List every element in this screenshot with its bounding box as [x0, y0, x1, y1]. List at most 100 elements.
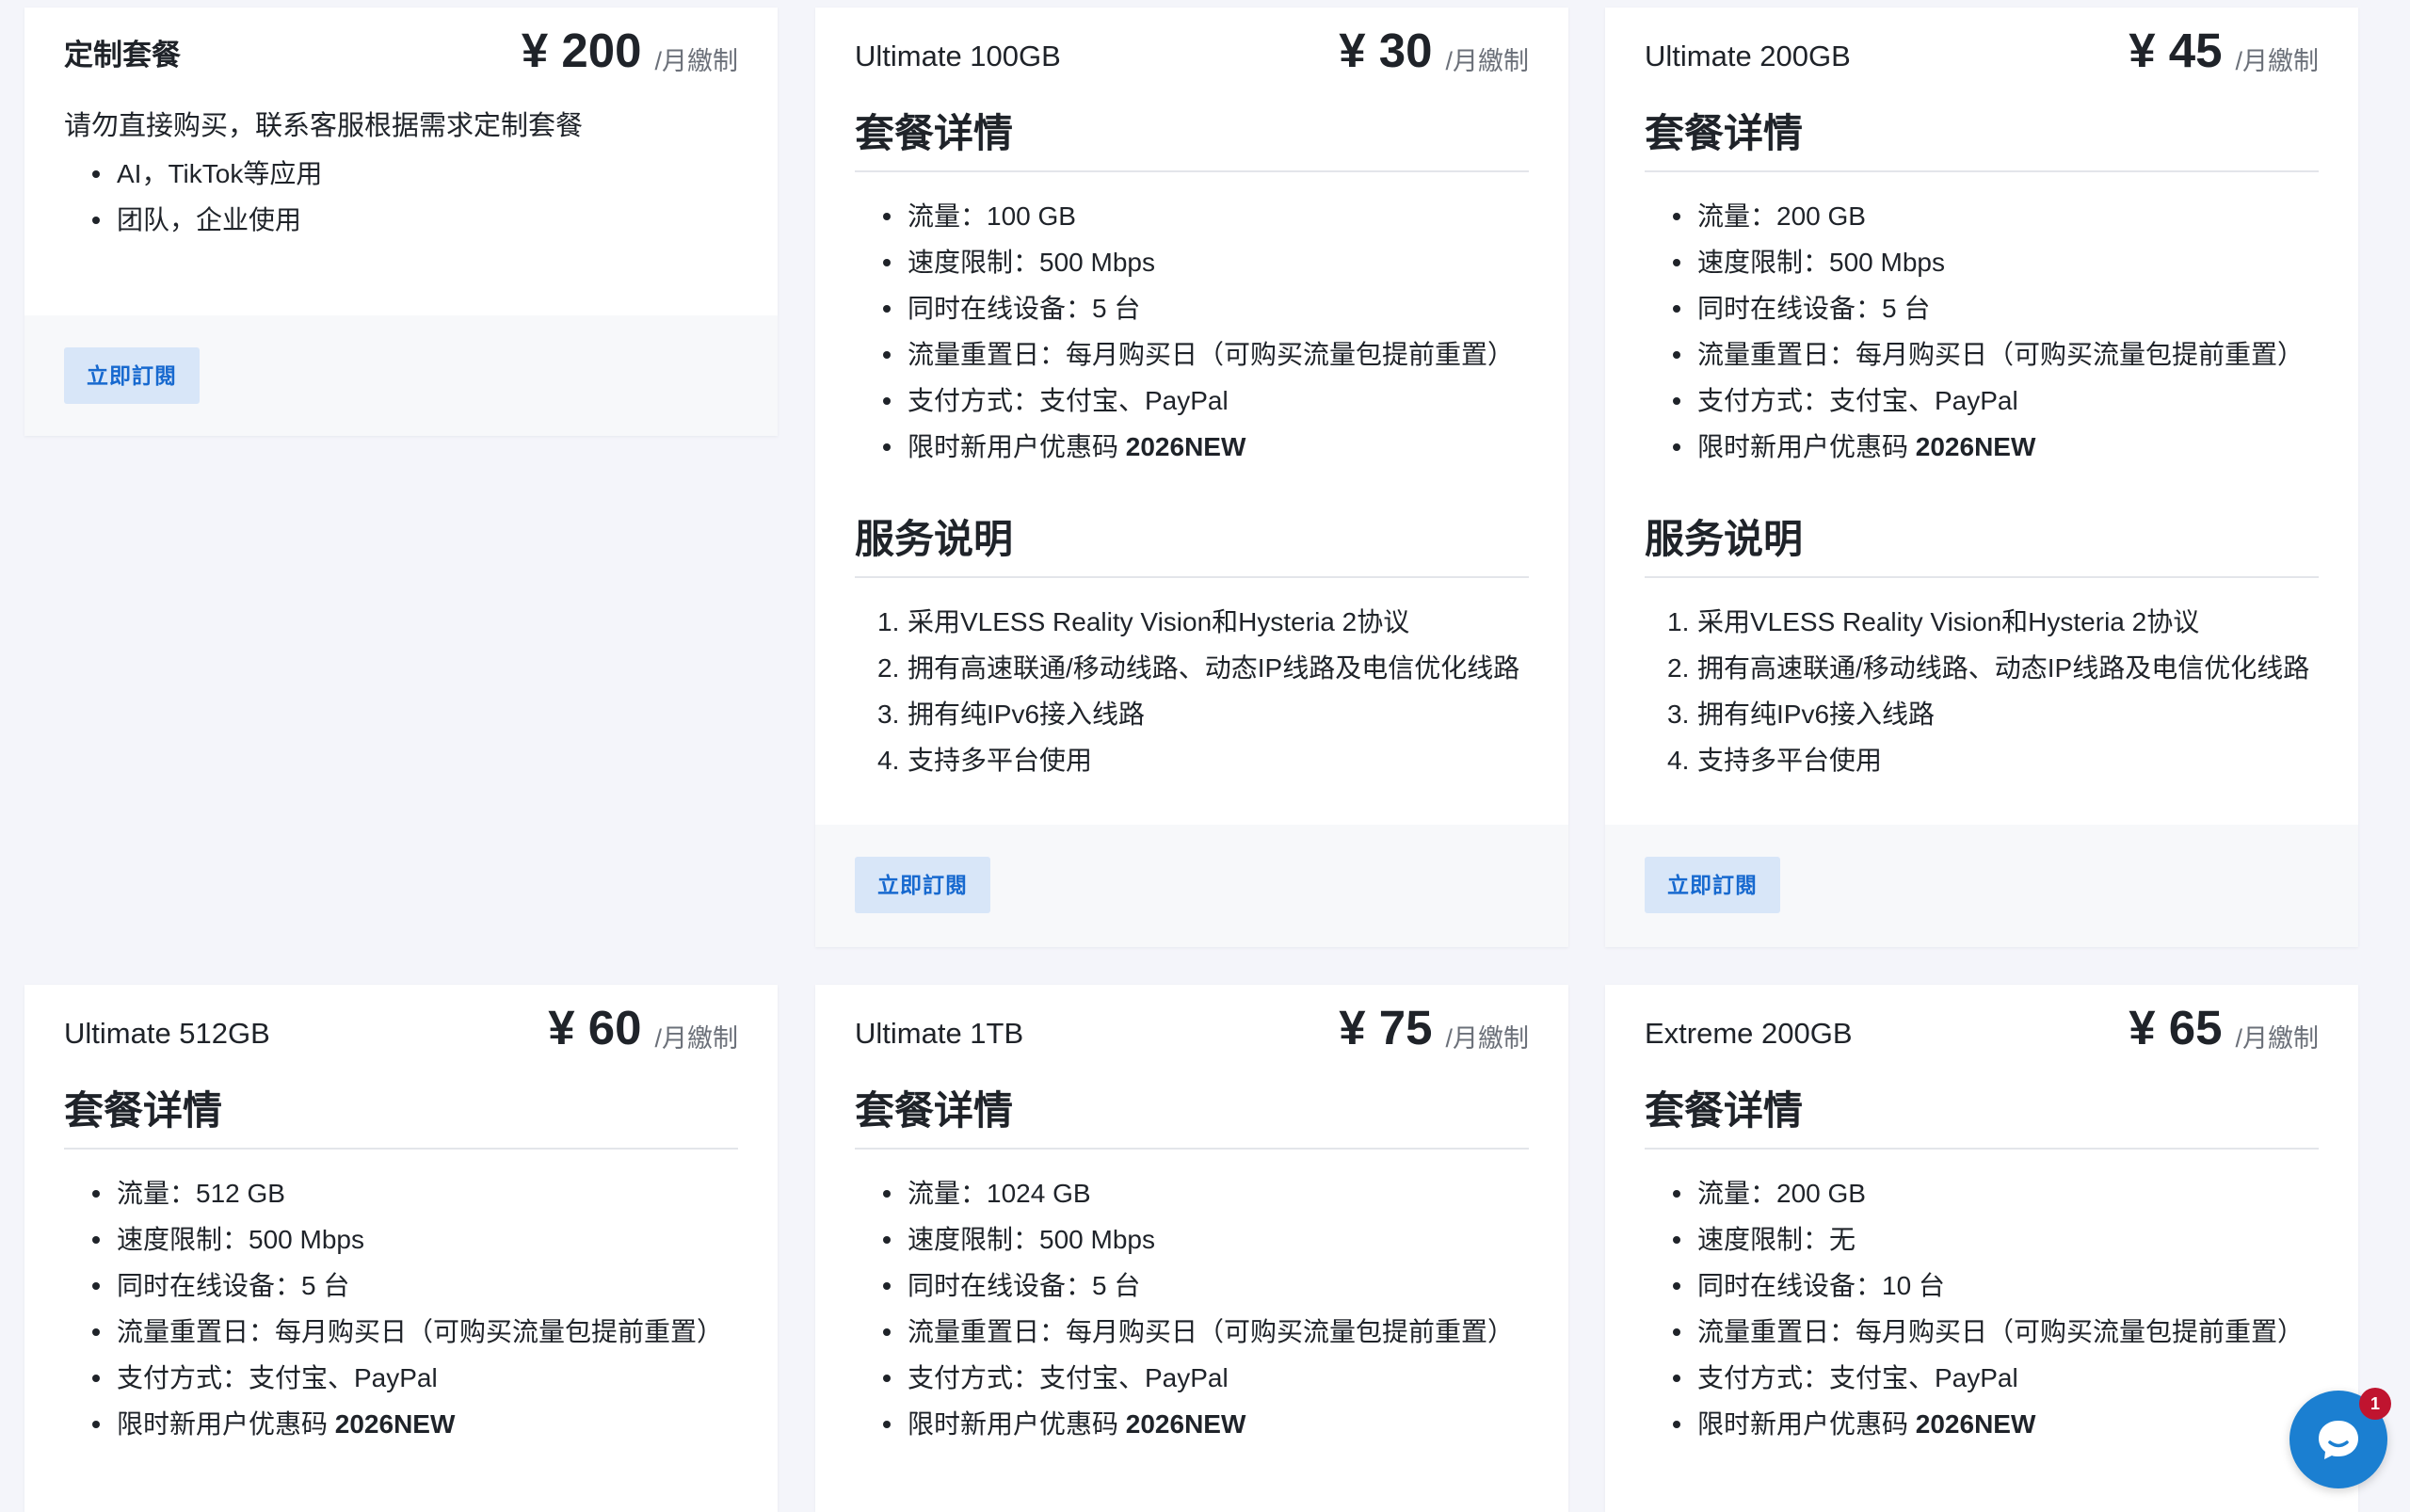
- plan-header: 定制套餐 ¥ 200 /月繳制: [64, 8, 738, 79]
- list-item: 速度限制：500 Mbps: [1645, 239, 2319, 285]
- list-item: AI，TikTok等应用: [64, 151, 738, 197]
- details-list: 流量：512 GB 速度限制：500 Mbps 同时在线设备：5 台 流量重置日…: [64, 1170, 738, 1447]
- plan-description: 请勿直接购买，联系客服根据需求定制套餐: [64, 111, 584, 141]
- feature-list: AI，TikTok等应用 团队，企业使用: [64, 151, 738, 243]
- promo-code: 2026NEW: [1125, 1409, 1246, 1439]
- list-item: 支付方式：支付宝、PayPal: [855, 1355, 1529, 1401]
- plan-card-ultimate-100gb: Ultimate 100GB ¥ 30 /月繳制 套餐详情 流量：100 GB …: [815, 8, 1568, 947]
- list-item: 1. 采用VLESS Reality Vision和Hysteria 2协议: [1667, 607, 2200, 636]
- details-title: 套餐详情: [1645, 1079, 2319, 1150]
- plan-card-ultimate-1tb: Ultimate 1TB ¥ 75 /月繳制 套餐详情 流量：1024 GB 速…: [815, 985, 1568, 1512]
- promo-item: 限时新用户优惠码 2026NEW: [64, 1401, 738, 1447]
- list-item: 支付方式：支付宝、PayPal: [1645, 378, 2319, 424]
- plan-name: 定制套餐: [64, 39, 181, 72]
- price-period: /月繳制: [1445, 1024, 1529, 1053]
- subscribe-button[interactable]: 立即訂閱: [64, 347, 200, 404]
- service-list: 1. 采用VLESS Reality Vision和Hysteria 2协议 2.…: [855, 599, 1529, 783]
- plan-grid: 定制套餐 ¥ 200 /月繳制 请勿直接购买，联系客服根据需求定制套餐 AI，T…: [0, 0, 2410, 1512]
- promo-label: 限时新用户优惠码: [117, 1409, 335, 1439]
- price-amount: ¥ 65: [2129, 1001, 2223, 1054]
- list-item: 速度限制：500 Mbps: [64, 1216, 738, 1263]
- details-list: 流量：1024 GB 速度限制：500 Mbps 同时在线设备：5 台 流量重置…: [855, 1170, 1529, 1447]
- plan-price: ¥ 30 /月繳制: [1339, 23, 1529, 79]
- price-period: /月繳制: [1445, 47, 1529, 75]
- promo-label: 限时新用户优惠码: [1697, 432, 1916, 461]
- price-period: /月繳制: [654, 1024, 738, 1053]
- price-period: /月繳制: [2235, 1024, 2319, 1053]
- list-item: 流量重置日：每月购买日（可购买流量包提前重置）: [64, 1309, 738, 1355]
- list-item: 2. 拥有高速联通/移动线路、动态IP线路及电信优化线路: [1667, 653, 2310, 683]
- plan-price: ¥ 65 /月繳制: [2129, 1000, 2319, 1056]
- plan-card-custom: 定制套餐 ¥ 200 /月繳制 请勿直接购买，联系客服根据需求定制套餐 AI，T…: [24, 8, 778, 436]
- plan-price: ¥ 45 /月繳制: [2129, 23, 2319, 79]
- list-item: 1. 采用VLESS Reality Vision和Hysteria 2协议: [877, 607, 1410, 636]
- list-item: 4. 支持多平台使用: [877, 746, 1093, 775]
- list-item: 速度限制：无: [1645, 1216, 2319, 1263]
- details-title: 套餐详情: [855, 1079, 1529, 1150]
- list-item: 流量：200 GB: [1645, 193, 2319, 239]
- plan-card-extreme-200gb: Extreme 200GB ¥ 65 /月繳制 套餐详情 流量：200 GB 速…: [1605, 985, 2358, 1512]
- promo-item: 限时新用户优惠码 2026NEW: [855, 1401, 1529, 1447]
- list-item: 流量重置日：每月购买日（可购买流量包提前重置）: [1645, 331, 2319, 378]
- list-item: 速度限制：500 Mbps: [855, 239, 1529, 285]
- list-item: 同时在线设备：5 台: [1645, 285, 2319, 331]
- plan-price: ¥ 75 /月繳制: [1339, 1000, 1529, 1056]
- subscribe-button[interactable]: 立即訂閱: [855, 857, 990, 913]
- service-title: 服务说明: [855, 507, 1529, 578]
- list-item: 4. 支持多平台使用: [1667, 746, 1883, 775]
- list-item: 同时在线设备：5 台: [64, 1263, 738, 1309]
- notification-badge: 1: [2359, 1388, 2391, 1420]
- plan-header: Ultimate 512GB ¥ 60 /月繳制: [64, 985, 738, 1056]
- promo-label: 限时新用户优惠码: [908, 432, 1126, 461]
- plan-card-ultimate-200gb: Ultimate 200GB ¥ 45 /月繳制 套餐详情 流量：200 GB …: [1605, 8, 2358, 947]
- price-amount: ¥ 75: [1339, 1001, 1433, 1054]
- card-footer: 立即訂閱: [1605, 825, 2358, 947]
- promo-code: 2026NEW: [1915, 1409, 2036, 1439]
- plan-header: Extreme 200GB ¥ 65 /月繳制: [1645, 985, 2319, 1056]
- list-item: 支付方式：支付宝、PayPal: [64, 1355, 738, 1401]
- list-item: 同时在线设备：5 台: [855, 285, 1529, 331]
- list-item: 同时在线设备：5 台: [855, 1263, 1529, 1309]
- promo-item: 限时新用户优惠码 2026NEW: [1645, 1401, 2319, 1447]
- details-list: 流量：200 GB 速度限制：500 Mbps 同时在线设备：5 台 流量重置日…: [1645, 193, 2319, 470]
- list-item: 流量：1024 GB: [855, 1170, 1529, 1216]
- plan-price: ¥ 60 /月繳制: [548, 1000, 738, 1056]
- promo-item: 限时新用户优惠码 2026NEW: [1645, 424, 2319, 470]
- subscribe-button[interactable]: 立即訂閱: [1645, 857, 1780, 913]
- list-item: 流量：512 GB: [64, 1170, 738, 1216]
- plan-header: Ultimate 100GB ¥ 30 /月繳制: [855, 8, 1529, 79]
- details-title: 套餐详情: [1645, 102, 2319, 172]
- list-item: 流量：200 GB: [1645, 1170, 2319, 1216]
- price-amount: ¥ 60: [548, 1001, 642, 1054]
- promo-label: 限时新用户优惠码: [1697, 1409, 1916, 1439]
- card-footer: 立即訂閱: [24, 315, 778, 436]
- service-list: 1. 采用VLESS Reality Vision和Hysteria 2协议 2.…: [1645, 599, 2319, 783]
- service-title: 服务说明: [1645, 507, 2319, 578]
- list-item: 支付方式：支付宝、PayPal: [855, 378, 1529, 424]
- plan-name: Ultimate 512GB: [64, 1017, 270, 1050]
- list-item: 2. 拥有高速联通/移动线路、动态IP线路及电信优化线路: [877, 653, 1520, 683]
- plan-name: Ultimate 100GB: [855, 40, 1061, 72]
- promo-item: 限时新用户优惠码 2026NEW: [855, 424, 1529, 470]
- price-period: /月繳制: [654, 47, 738, 75]
- list-item: 流量重置日：每月购买日（可购买流量包提前重置）: [855, 1309, 1529, 1355]
- list-item: 速度限制：500 Mbps: [855, 1216, 1529, 1263]
- list-item: 支付方式：支付宝、PayPal: [1645, 1355, 2319, 1401]
- details-list: 流量：100 GB 速度限制：500 Mbps 同时在线设备：5 台 流量重置日…: [855, 193, 1529, 470]
- details-title: 套餐详情: [64, 1079, 738, 1150]
- price-amount: ¥ 200: [521, 24, 642, 77]
- card-footer: 立即訂閱: [815, 825, 1568, 947]
- list-item: 流量重置日：每月购买日（可购买流量包提前重置）: [1645, 1309, 2319, 1355]
- plan-price: ¥ 200 /月繳制: [522, 23, 738, 79]
- list-item: 团队，企业使用: [64, 197, 738, 243]
- chat-bubble-icon: [2319, 1421, 2358, 1459]
- promo-code: 2026NEW: [1125, 432, 1246, 461]
- plan-header: Ultimate 1TB ¥ 75 /月繳制: [855, 985, 1529, 1056]
- plan-name: Ultimate 1TB: [855, 1017, 1024, 1050]
- details-title: 套餐详情: [855, 102, 1529, 172]
- list-item: 流量：100 GB: [855, 193, 1529, 239]
- promo-label: 限时新用户优惠码: [908, 1409, 1126, 1439]
- list-item: 同时在线设备：10 台: [1645, 1263, 2319, 1309]
- details-list: 流量：200 GB 速度限制：无 同时在线设备：10 台 流量重置日：每月购买日…: [1645, 1170, 2319, 1447]
- list-item: 流量重置日：每月购买日（可购买流量包提前重置）: [855, 331, 1529, 378]
